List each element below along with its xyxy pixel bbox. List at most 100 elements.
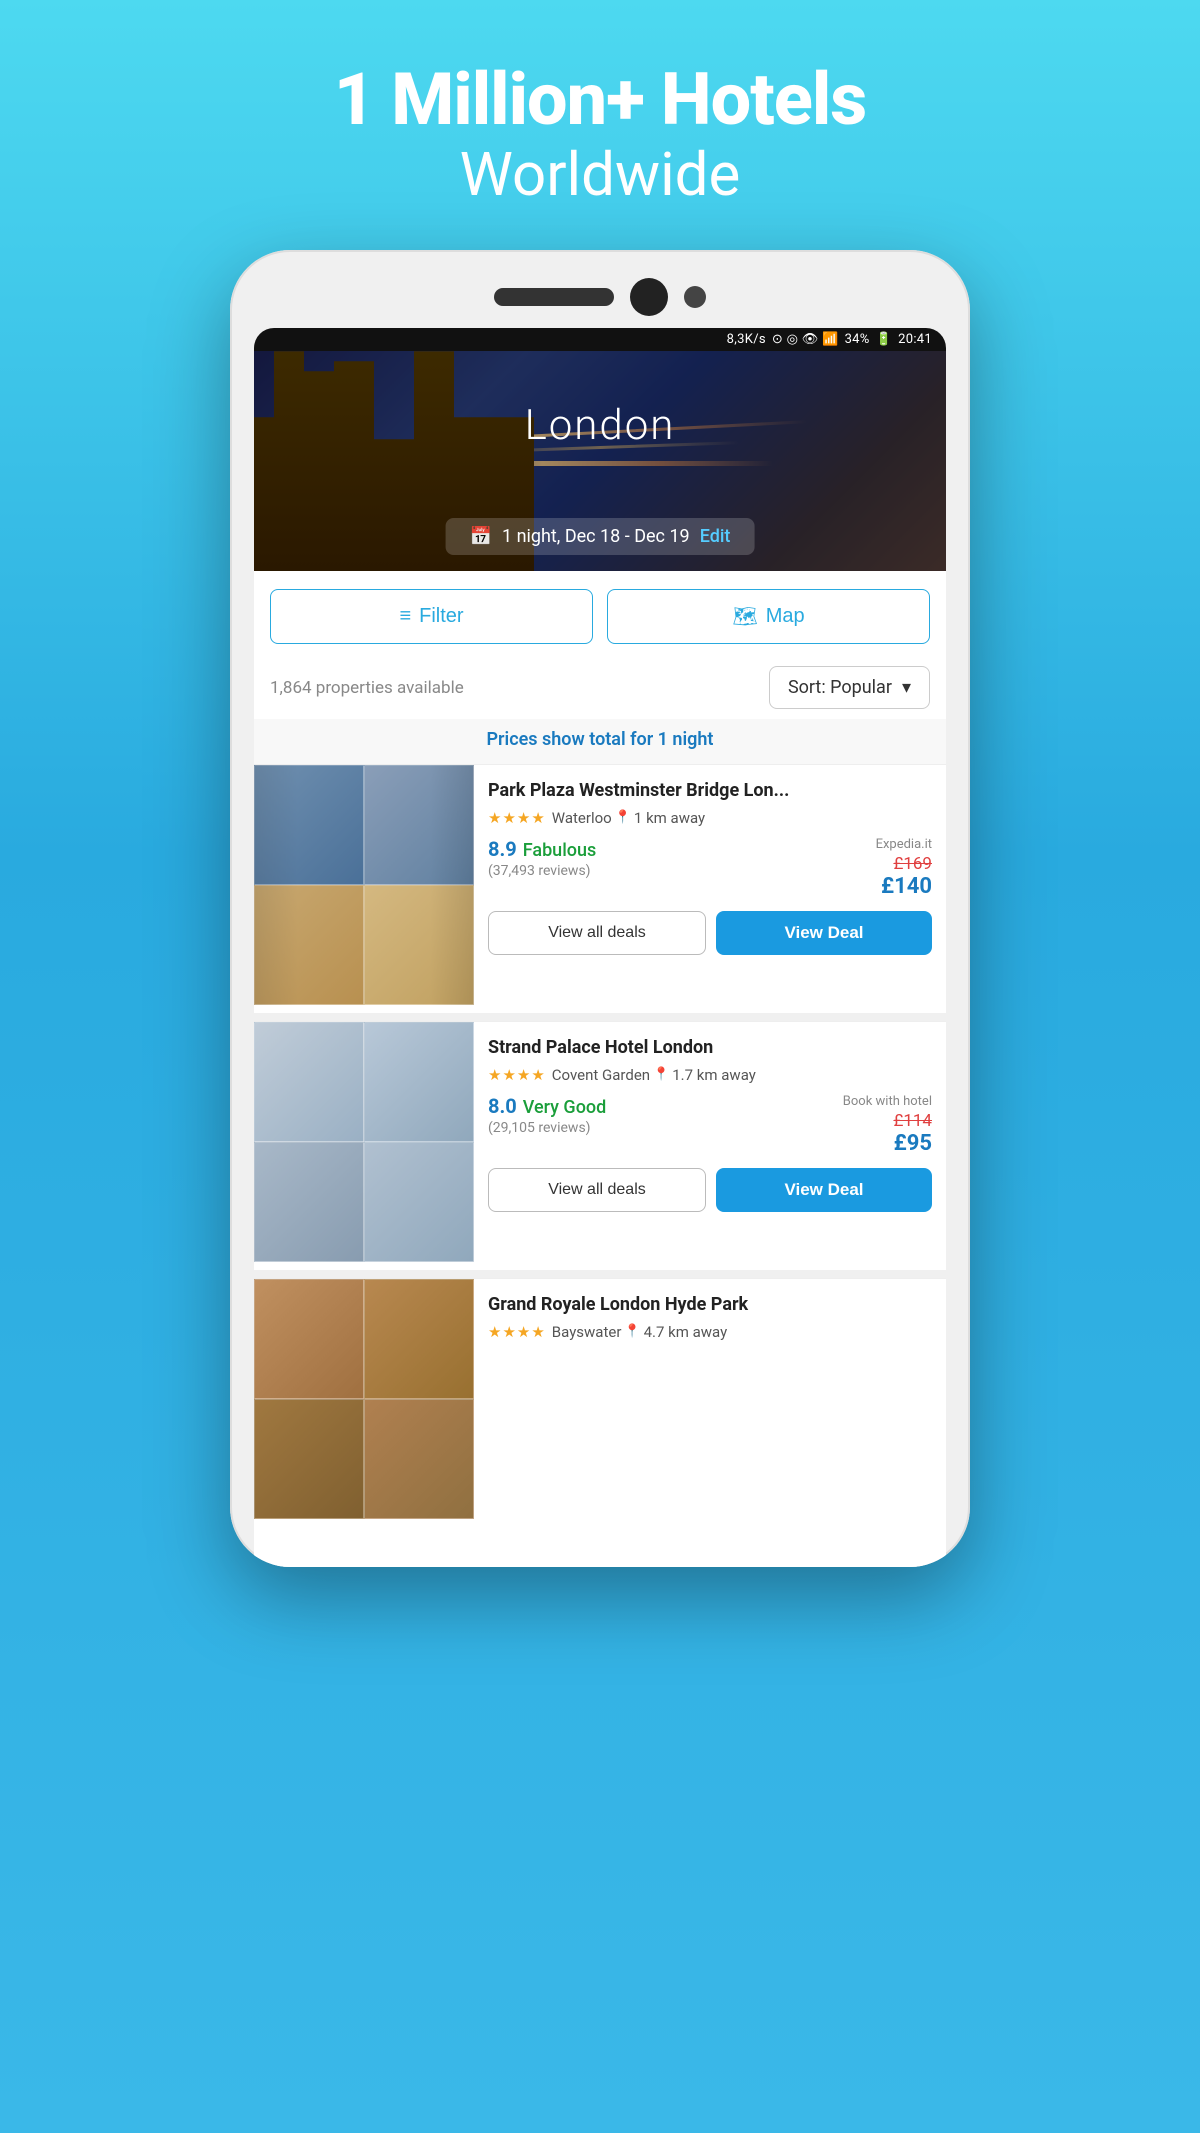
rating-left-1: 8.9 Fabulous (37,493 reviews) [488, 837, 596, 879]
hero-title-line1: 1 Million+ Hotels [334, 57, 866, 142]
divider-1 [254, 1013, 946, 1021]
view-deal-button-1[interactable]: View Deal [716, 911, 932, 955]
hotel-rating-row-2: 8.0 Very Good (29,105 reviews) Book with… [488, 1094, 932, 1156]
hotel-distance-3: 4.7 km away [644, 1323, 728, 1341]
search-dates: 1 night, Dec 18 - Dec 19 [502, 526, 690, 547]
hotel-location-1: Waterloo 📍 1 km away [552, 809, 705, 827]
city-name: London [254, 401, 946, 450]
view-deal-button-2[interactable]: View Deal [716, 1168, 932, 1212]
rating-score-1: 8.9 [488, 837, 517, 861]
pin-icon-3: 📍 [624, 1324, 640, 1339]
filter-button[interactable]: ≡ Filter [270, 589, 593, 644]
hotel-name-3: Grand Royale London Hyde Park [488, 1293, 932, 1316]
status-speed: 8,3K/s [727, 332, 766, 347]
screen: 8,3K/s ⊙ ◎ 👁 📶 34% 🔋 20:41 London 📅 1 ni… [254, 328, 946, 1567]
filter-icon: ≡ [399, 605, 411, 628]
hotel-details-2: Strand Palace Hotel London ★★★★ Covent G… [474, 1022, 946, 1262]
hotel-meta-2: ★★★★ Covent Garden 📍 1.7 km away [488, 1066, 932, 1084]
hero-title: 1 Million+ Hotels [334, 60, 866, 139]
view-all-deals-button-2[interactable]: View all deals [488, 1168, 706, 1212]
img-cell-2 [364, 765, 474, 885]
hotel-image-1 [254, 765, 474, 1005]
hotel-neighborhood-3: Bayswater [552, 1323, 622, 1341]
hotel-card-2: Strand Palace Hotel London ★★★★ Covent G… [254, 1021, 946, 1262]
rating-left-2: 8.0 Very Good (29,105 reviews) [488, 1094, 606, 1136]
hotel-card-1: Park Plaza Westminster Bridge Lon... ★★★… [254, 764, 946, 1005]
hotel-cta-2: View all deals View Deal [488, 1168, 932, 1226]
prices-notice: Prices show total for 1 night [254, 719, 946, 764]
city-hero-image: London 📅 1 night, Dec 18 - Dec 19 Edit [254, 351, 946, 571]
rating-reviews-1: (37,493 reviews) [488, 863, 596, 879]
hotel-location-3: Bayswater 📍 4.7 km away [552, 1323, 727, 1341]
img-cell-2-3 [254, 1142, 364, 1262]
phone-frame: 8,3K/s ⊙ ◎ 👁 📶 34% 🔋 20:41 London 📅 1 ni… [230, 250, 970, 1567]
img-cell-3-1 [254, 1279, 364, 1399]
img-cell-3-4 [364, 1399, 474, 1519]
hotel-image-3 [254, 1279, 474, 1519]
view-all-deals-label-2: View all deals [548, 1181, 646, 1198]
hotel-stars-3: ★★★★ [488, 1323, 546, 1341]
status-bar: 8,3K/s ⊙ ◎ 👁 📶 34% 🔋 20:41 [254, 328, 946, 351]
img-cell-1 [254, 765, 364, 885]
rating-reviews-2: (29,105 reviews) [488, 1120, 606, 1136]
hotel-neighborhood-2: Covent Garden [552, 1066, 650, 1084]
sort-label: Sort: Popular [788, 677, 892, 698]
status-icons: ⊙ ◎ 👁 📶 [772, 332, 839, 347]
hotel-details-3: Grand Royale London Hyde Park ★★★★ Baysw… [474, 1279, 946, 1519]
hotel-card-3: Grand Royale London Hyde Park ★★★★ Baysw… [254, 1278, 946, 1559]
rating-score-2: 8.0 [488, 1094, 517, 1118]
rating-label-2: Very Good [523, 1097, 607, 1118]
price-original-2: £114 [843, 1111, 932, 1131]
price-box-1: Expedia.it £169 £140 [876, 837, 932, 899]
hotel-rating-row-1: 8.9 Fabulous (37,493 reviews) Expedia.it… [488, 837, 932, 899]
hotel-neighborhood-1: Waterloo [552, 809, 612, 827]
img-cell-2-1 [254, 1022, 364, 1142]
map-button[interactable]: 🗺 Map [607, 589, 930, 644]
hotel-meta-3: ★★★★ Bayswater 📍 4.7 km away [488, 1323, 932, 1341]
status-battery: 34% [845, 332, 870, 347]
pin-icon-2: 📍 [653, 1067, 669, 1082]
battery-icon: 🔋 [876, 332, 893, 347]
calendar-icon: 📅 [470, 526, 492, 547]
price-box-2: Book with hotel £114 £95 [843, 1094, 932, 1156]
hotel-image-2 [254, 1022, 474, 1262]
pin-icon-1: 📍 [615, 810, 631, 825]
hotel-details-1: Park Plaza Westminster Bridge Lon... ★★★… [474, 765, 946, 1005]
img-cell-2-2 [364, 1022, 474, 1142]
divider-2 [254, 1270, 946, 1278]
hotel-name-2: Strand Palace Hotel London [488, 1036, 932, 1059]
hotel-name-1: Park Plaza Westminster Bridge Lon... [488, 779, 932, 802]
img-cell-3-2 [364, 1279, 474, 1399]
edit-button[interactable]: Edit [700, 526, 731, 547]
hero-subtitle: Worldwide [334, 139, 866, 210]
hotel-cta-1: View all deals View Deal [488, 911, 932, 969]
chevron-down-icon: ▾ [902, 677, 911, 698]
img-cell-3-3 [254, 1399, 364, 1519]
view-all-deals-button-1[interactable]: View all deals [488, 911, 706, 955]
price-current-2: £95 [843, 1131, 932, 1156]
sort-bar: 1,864 properties available Sort: Popular… [254, 658, 946, 719]
phone-speaker [494, 288, 614, 306]
hero-section: 1 Million+ Hotels Worldwide [334, 0, 866, 250]
view-deal-label-1: View Deal [784, 923, 863, 942]
map-label: Map [766, 605, 805, 628]
filter-label: Filter [419, 605, 463, 628]
phone-camera [630, 278, 668, 316]
phone-dot [684, 286, 706, 308]
sort-dropdown[interactable]: Sort: Popular ▾ [769, 666, 930, 709]
img-cell-4 [364, 885, 474, 1005]
img-cell-2-4 [364, 1142, 474, 1262]
hotel-distance-2: 1.7 km away [672, 1066, 756, 1084]
date-bar: 📅 1 night, Dec 18 - Dec 19 Edit [446, 518, 755, 555]
hotel-meta-1: ★★★★ Waterloo 📍 1 km away [488, 809, 932, 827]
hotel-stars-1: ★★★★ [488, 809, 546, 827]
hotel-stars-2: ★★★★ [488, 1066, 546, 1084]
hotel-distance-1: 1 km away [634, 809, 705, 827]
price-original-1: £169 [876, 854, 932, 874]
properties-count: 1,864 properties available [270, 678, 464, 698]
price-current-1: £140 [876, 874, 932, 899]
price-source-2: Book with hotel [843, 1094, 932, 1109]
img-cell-3 [254, 885, 364, 1005]
phone-notch [254, 278, 946, 316]
view-deal-label-2: View Deal [784, 1180, 863, 1199]
